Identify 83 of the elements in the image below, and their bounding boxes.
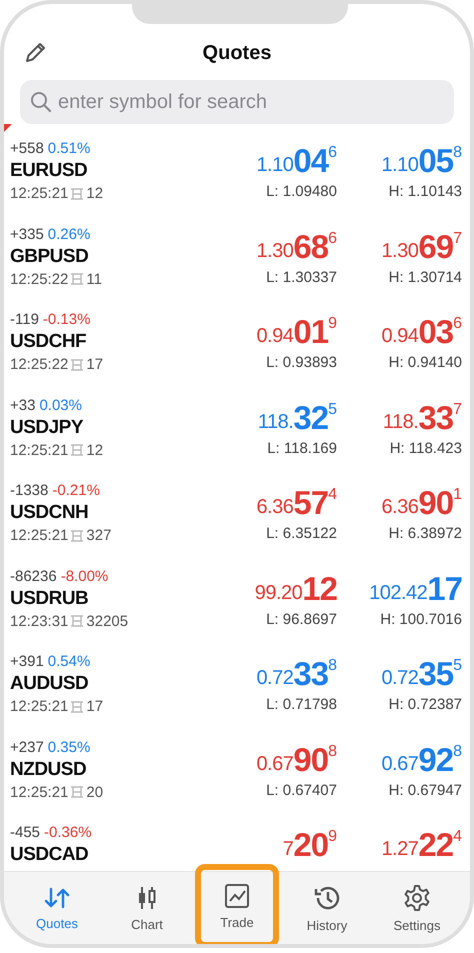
arrows-icon [43, 886, 71, 910]
spread-icon [70, 188, 84, 200]
symbol-name: USDRUB [10, 588, 90, 610]
low-price: L: 1.30337 [266, 268, 337, 286]
bid-price: 99.2012 [254, 570, 337, 608]
low-price: L: 6.35122 [266, 525, 337, 542]
change-percent: -0.21% [52, 482, 100, 499]
spread-value: 327 [86, 527, 112, 544]
high-price: H: 100.7016 [380, 610, 462, 628]
search-field[interactable]: enter symbol for search [20, 80, 454, 124]
symbol-name: USDCHF [10, 331, 88, 353]
change-points: -86236 [10, 568, 57, 584]
ask-price: 102.4217 [369, 570, 462, 608]
settings-tab[interactable]: Settings [375, 872, 459, 944]
change-points: +237 [10, 738, 44, 756]
spread-icon [70, 530, 84, 542]
quote-time: 12:25:21 [10, 185, 68, 202]
change-points: +33 [10, 396, 36, 414]
change-points: +335 [10, 226, 44, 242]
low-price: L: 96.8697 [266, 610, 337, 628]
symbol-name: EURUSD [10, 160, 88, 182]
spread-icon [70, 358, 84, 370]
quote-time: 12:25:21 [10, 527, 68, 544]
high-price: H: 6.38972 [388, 525, 462, 542]
quote-time: 12:25:22 [10, 270, 68, 288]
change-points: -119 [10, 311, 39, 328]
symbol-name: USDJPY [10, 416, 84, 438]
quote-time: 12:23:31 [10, 612, 68, 630]
quote-time: 12:25:21 [10, 442, 68, 458]
change-points: -455 [10, 824, 40, 841]
quote-row[interactable]: -86236 -8.00% USDRUB 12:23:31 32205 99.2012 L: 96.8697 102.4217 H: 100.7016 [4, 568, 470, 653]
spread-icon [70, 615, 84, 627]
change-percent: -0.36% [44, 824, 92, 841]
spread-value: 17 [86, 698, 104, 715]
high-price: H: 1.10143 [388, 183, 462, 200]
quote-time: 12:25:21 [10, 698, 68, 715]
low-price: L: 118.169 [267, 440, 337, 456]
screen-title: Quotes [202, 42, 272, 64]
spread-icon [70, 700, 84, 712]
change-points: +391 [10, 653, 44, 670]
change-percent: 0.35% [48, 738, 90, 756]
symbol-name: GBPUSD [10, 246, 90, 268]
quote-time: 12:25:22 [10, 356, 68, 373]
symbol-name: NZDUSD [10, 758, 88, 780]
line-chart-icon [224, 882, 250, 908]
search-icon [30, 91, 52, 113]
change-percent: -0.13% [42, 311, 90, 328]
change-points: -1338 [10, 482, 48, 499]
spread-icon [70, 786, 84, 798]
high-price: H: 0.72387 [388, 696, 462, 713]
trade-tab[interactable]: Trade [195, 864, 279, 944]
quotes-tab[interactable]: Quotes [15, 872, 99, 944]
pencil-icon[interactable] [24, 40, 48, 64]
low-price: L: 0.71798 [266, 696, 337, 713]
high-price: H: 0.67947 [388, 782, 462, 798]
spread-value: 17 [86, 356, 104, 373]
corner-marker-icon [4, 124, 12, 132]
change-percent: 0.51% [48, 140, 90, 157]
spread-value: 20 [86, 784, 104, 800]
history-tab[interactable]: History [285, 872, 369, 944]
low-price: L: 0.93893 [266, 354, 337, 371]
high-price: H: 1.30714 [388, 268, 462, 286]
symbol-name: USDCAD [10, 844, 90, 866]
spread-value: 12 [86, 442, 104, 458]
spread-value: 11 [86, 270, 102, 288]
quote-time: 12:25:21 [10, 784, 68, 800]
symbol-name: AUDUSD [10, 673, 90, 695]
change-percent: 0.54% [48, 653, 90, 670]
low-price: L: 0.67407 [266, 782, 337, 798]
spread-value: 12 [86, 185, 104, 202]
spread-icon [70, 444, 84, 456]
low-price: L: 1.09480 [266, 183, 337, 200]
change-points: +558 [10, 140, 44, 157]
symbol-name: USDCNH [10, 502, 90, 524]
change-percent: -8.00% [60, 568, 108, 584]
spread-value: 32205 [86, 612, 128, 630]
spread-icon [70, 273, 84, 285]
settings-icon [403, 884, 431, 912]
change-percent: 0.03% [39, 396, 82, 414]
high-price: H: 0.94140 [388, 354, 462, 371]
change-percent: 0.26% [48, 226, 90, 242]
high-price: H: 118.423 [390, 440, 462, 456]
chart-tab[interactable]: Chart [105, 872, 189, 944]
